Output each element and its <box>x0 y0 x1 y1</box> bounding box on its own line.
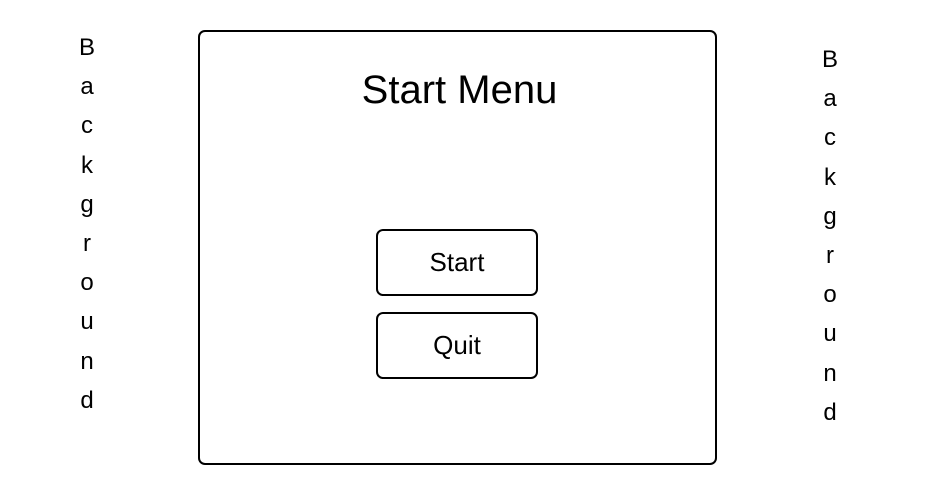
background-label-left: B a c k g r o u n d <box>75 28 99 420</box>
background-letter: n <box>80 347 94 375</box>
background-label-right: B a c k g r o u n d <box>818 40 842 432</box>
background-letter: g <box>823 202 837 230</box>
background-letter: B <box>78 34 95 61</box>
background-letter: r <box>83 229 91 257</box>
background-letter: c <box>81 112 93 140</box>
menu-title: Start Menu <box>361 68 558 112</box>
background-letter: u <box>823 320 837 348</box>
background-letter: g <box>80 190 94 218</box>
background-letter: d <box>823 398 837 426</box>
background-letter: o <box>823 281 837 309</box>
background-letter: k <box>824 163 836 191</box>
background-letter: o <box>80 269 94 297</box>
background-letter: d <box>80 386 94 414</box>
background-letter: u <box>80 308 94 336</box>
start-menu-panel: Start Menu Start Quit <box>198 30 717 465</box>
background-letter: n <box>823 359 837 387</box>
quit-button[interactable]: Quit <box>376 312 538 379</box>
background-letter: k <box>81 151 93 179</box>
start-button[interactable]: Start <box>376 229 538 296</box>
background-letter: r <box>826 241 834 269</box>
background-letter: B <box>821 46 838 73</box>
background-letter: c <box>824 124 836 152</box>
background-letter: a <box>823 85 837 113</box>
background-letter: a <box>80 73 94 101</box>
